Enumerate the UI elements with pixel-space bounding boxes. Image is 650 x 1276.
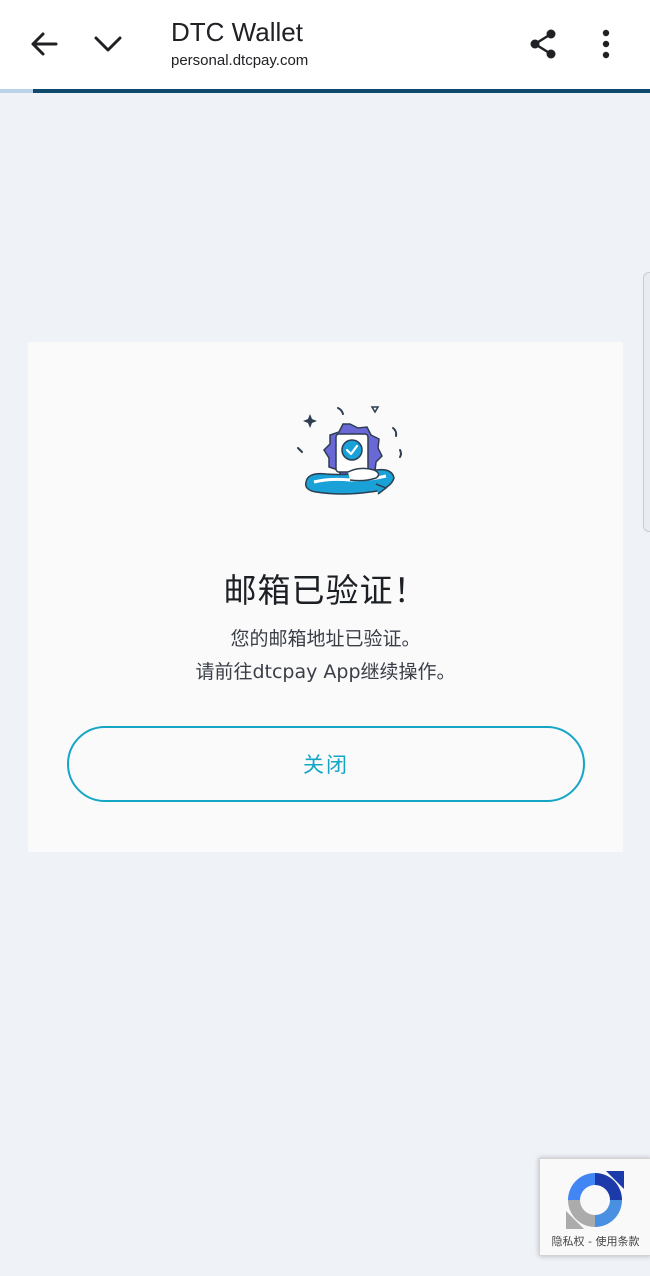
edge-panel-handle[interactable]	[643, 272, 650, 532]
arrow-left-icon	[31, 32, 58, 56]
share-icon	[530, 29, 556, 59]
back-button[interactable]	[14, 14, 74, 74]
browser-toolbar: DTC Wallet personal.dtcpay.com	[0, 0, 650, 93]
verified-message-line-2: 请前往dtcpay App继续操作。	[195, 661, 456, 683]
recaptcha-badge[interactable]: 隐私权 - 使用条款	[539, 1158, 650, 1256]
page-title: DTC Wallet	[171, 17, 303, 47]
recaptcha-separator: -	[588, 1235, 592, 1248]
load-progress-bar	[0, 89, 650, 93]
page-title-block: DTC Wallet personal.dtcpay.com	[171, 16, 308, 72]
collapse-button[interactable]	[78, 14, 138, 74]
verified-message: 您的邮箱地址已验证。 请前往dtcpay App继续操作。	[28, 623, 623, 689]
verified-message-line-1: 您的邮箱地址已验证。	[230, 628, 421, 650]
chevron-down-icon	[94, 36, 122, 52]
more-options-button[interactable]	[576, 14, 636, 74]
share-button[interactable]	[513, 14, 573, 74]
recaptcha-links: 隐私权 - 使用条款	[540, 1233, 650, 1249]
page: DTC Wallet personal.dtcpay.com 邮箱已验证！ 您的…	[0, 0, 650, 1276]
page-url: personal.dtcpay.com	[171, 52, 309, 69]
more-vert-icon	[602, 29, 610, 59]
load-progress-fill	[0, 89, 33, 93]
verification-card: 邮箱已验证！ 您的邮箱地址已验证。 请前往dtcpay App继续操作。 关闭	[28, 342, 623, 852]
recaptcha-privacy-link[interactable]: 隐私权	[552, 1235, 585, 1248]
verified-heading: 邮箱已验证！	[223, 571, 428, 610]
recaptcha-terms-link[interactable]: 使用条款	[595, 1235, 639, 1248]
close-button[interactable]: 关闭	[67, 726, 585, 802]
recaptcha-icon	[566, 1171, 624, 1229]
verified-badge-icon	[297, 406, 402, 495]
